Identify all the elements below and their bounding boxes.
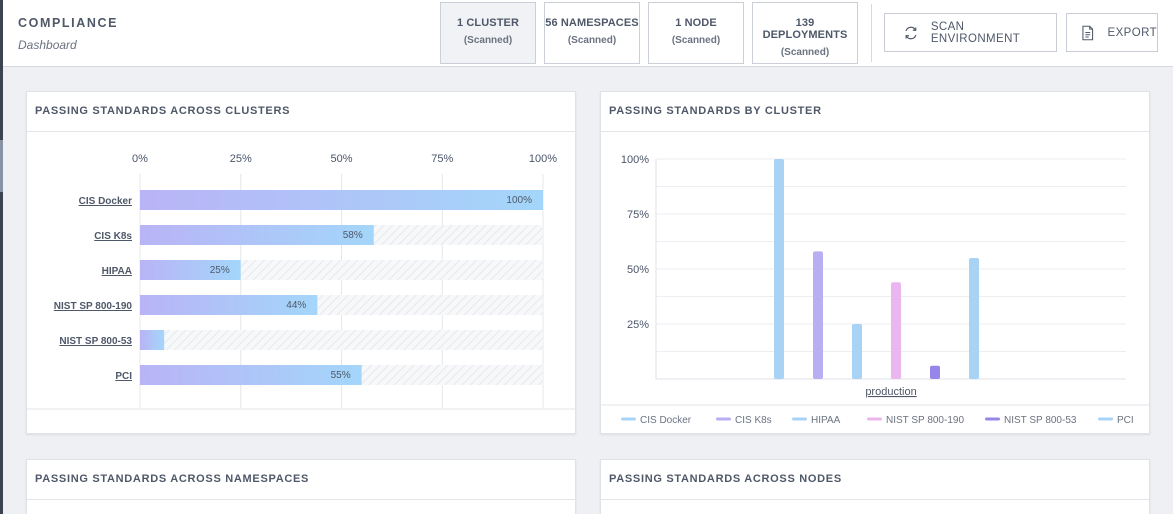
legend-swatch (792, 417, 807, 421)
tile-namespaces-label: 56 NAMESPACES (545, 17, 639, 29)
page-subtitle: Dashboard (18, 38, 77, 52)
bar-nist-sp-800-190 (891, 282, 901, 379)
category-label[interactable]: PCI (115, 371, 132, 382)
export-button[interactable]: EXPORT (1066, 13, 1158, 52)
bar-track (140, 330, 543, 350)
page-header: COMPLIANCE Dashboard 1 CLUSTER (Scanned)… (3, 0, 1173, 67)
tile-deployments[interactable]: 139 DEPLOYMENTS (Scanned) (752, 2, 858, 64)
tile-deployments-label: 139 DEPLOYMENTS (762, 17, 848, 41)
tile-nodes-sub: (Scanned) (671, 35, 721, 46)
scan-environment-button[interactable]: SCAN ENVIRONMENT (884, 13, 1057, 52)
card-namespaces: PASSING STANDARDS ACROSS NAMESPACES (26, 459, 576, 514)
refresh-icon (905, 26, 917, 39)
legend-label: CIS K8s (735, 415, 772, 426)
value-label: 44% (286, 300, 306, 311)
card-namespaces-divider (27, 499, 575, 500)
bar-cis-k8s (813, 251, 823, 379)
x-tick-label: 50% (330, 153, 352, 165)
value-label: 58% (343, 230, 363, 241)
legend-swatch (1098, 417, 1113, 421)
card-nodes-divider (601, 499, 1149, 500)
legend-label: NIST SP 800-53 (1004, 415, 1077, 426)
tile-clusters-sub: (Scanned) (463, 35, 513, 46)
y-tick-label: 75% (627, 209, 649, 221)
legend-label: PCI (1117, 415, 1134, 426)
by-cluster-bar-chart: 100% 75% 50% 25% production CIS Docker CIS K8s… (601, 154, 1151, 426)
x-tick-label: 0% (132, 153, 148, 165)
card-by-cluster-title: PASSING STANDARDS BY CLUSTER (609, 105, 822, 117)
bar-nist-sp-800-53 (140, 330, 165, 350)
category-label[interactable]: CIS Docker (79, 196, 132, 207)
page-title: COMPLIANCE (18, 16, 119, 30)
tile-deployments-sub: (Scanned) (780, 47, 830, 58)
tile-nodes[interactable]: 1 NODE (Scanned) (648, 2, 744, 64)
x-category-label[interactable]: production (865, 386, 916, 398)
legend-label: CIS Docker (640, 415, 692, 426)
category-label[interactable]: NIST SP 800-53 (59, 336, 132, 347)
legend-swatch (867, 417, 882, 421)
document-icon (1082, 25, 1094, 40)
category-label[interactable]: HIPAA (102, 266, 132, 277)
y-tick-label: 100% (621, 154, 649, 166)
x-tick-label: 100% (529, 153, 557, 165)
left-nav-strip (0, 0, 3, 514)
value-label: 100% (506, 195, 532, 206)
card-clusters-title: PASSING STANDARDS ACROSS CLUSTERS (35, 105, 291, 117)
tile-namespaces[interactable]: 56 NAMESPACES (Scanned) (544, 2, 640, 64)
card-clusters: PASSING STANDARDS ACROSS CLUSTERS 0% 25% 5… (26, 91, 577, 434)
bar-pci (969, 258, 979, 379)
legend-label: NIST SP 800-190 (886, 415, 964, 426)
export-label: EXPORT (1107, 26, 1157, 39)
bar-cis-docker (774, 159, 784, 379)
value-label: 25% (210, 265, 230, 276)
legend-swatch (621, 417, 636, 421)
legend-swatch (716, 417, 731, 421)
legend-swatch (985, 417, 1000, 421)
value-label: 55% (331, 370, 351, 381)
bar-hipaa (852, 324, 862, 379)
category-label[interactable]: CIS K8s (94, 231, 132, 242)
bar-cis-docker (140, 190, 543, 210)
legend-label: HIPAA (811, 415, 841, 426)
card-by-cluster: PASSING STANDARDS BY CLUSTER 100% 75% 50% 2… (600, 91, 1151, 434)
header-divider (871, 4, 872, 62)
tile-clusters-label: 1 CLUSTER (456, 17, 520, 29)
bar-cis-k8s (140, 225, 374, 245)
card-nodes: PASSING STANDARDS ACROSS NODES (600, 459, 1150, 514)
x-tick-label: 75% (431, 153, 453, 165)
bar-pci (140, 365, 362, 385)
scan-environment-label: SCAN ENVIRONMENT (930, 20, 1021, 45)
clusters-bar-chart: 0% 25% 50% 75% 100% CIS Docker 100% CIS K8s 58% H… (27, 153, 577, 410)
y-tick-label: 25% (627, 319, 649, 331)
tile-namespaces-sub: (Scanned) (567, 35, 617, 46)
left-nav-indicator (0, 140, 3, 192)
y-tick-label: 50% (627, 264, 649, 276)
category-label[interactable]: NIST SP 800-190 (54, 301, 133, 312)
tile-nodes-label: 1 NODE (675, 17, 717, 29)
tile-clusters[interactable]: 1 CLUSTER (Scanned) (440, 2, 536, 64)
x-tick-label: 25% (230, 153, 252, 165)
bar-nist-sp-800-53 (930, 365, 940, 379)
card-nodes-title: PASSING STANDARDS ACROSS NODES (609, 473, 842, 485)
card-namespaces-title: PASSING STANDARDS ACROSS NAMESPACES (35, 473, 310, 485)
